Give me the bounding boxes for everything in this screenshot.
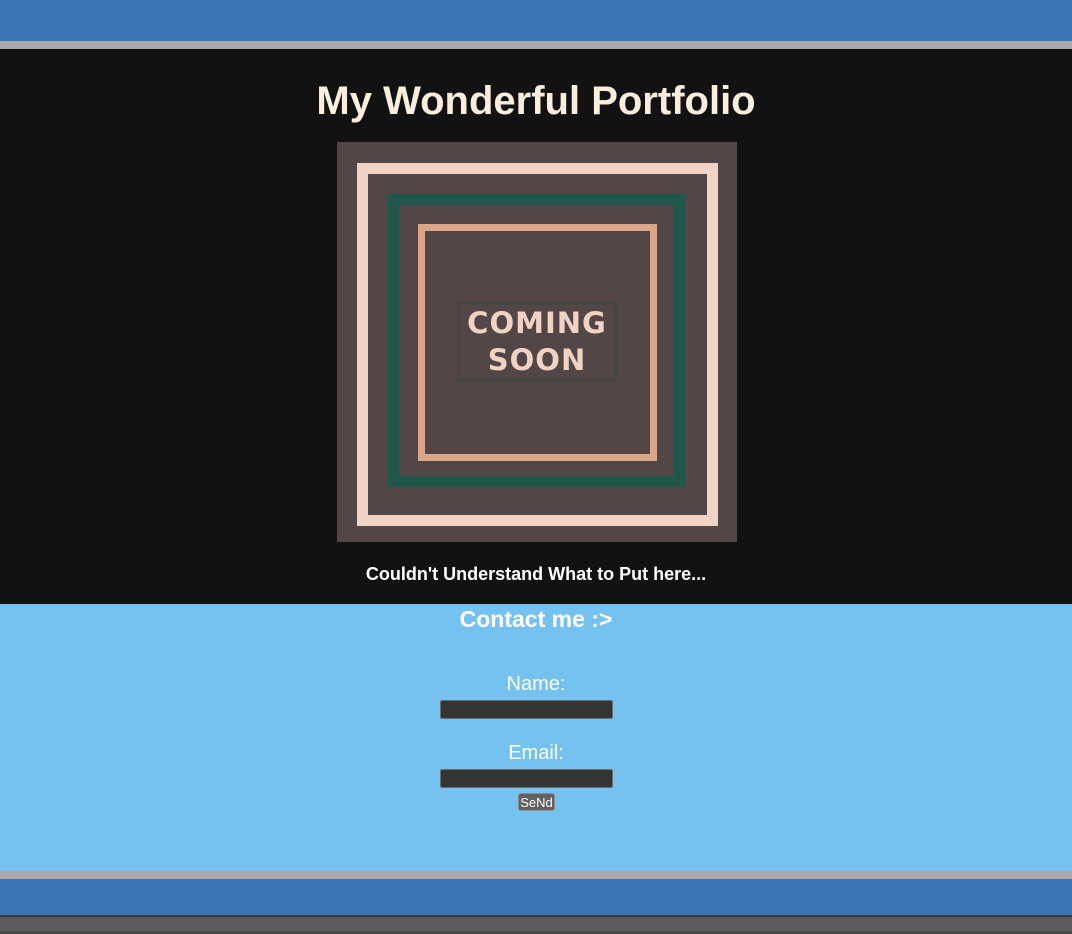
- coming-soon-poster: COMING SOON: [337, 142, 737, 542]
- coming-soon-text: COMING SOON: [467, 305, 607, 379]
- top-banner: [0, 0, 1072, 41]
- footer-strip: [0, 915, 1072, 934]
- top-divider: [0, 41, 1072, 49]
- contact-title: Contact me :>: [459, 606, 613, 632]
- contact-section: Contact me :> Name: Email: SeNd: [0, 604, 1072, 871]
- page-title: My Wonderful Portfolio: [316, 79, 756, 123]
- email-label: Email:: [508, 742, 564, 764]
- coming-soon-label-box: COMING SOON: [457, 302, 617, 382]
- bottom-divider: [0, 871, 1072, 879]
- footer-banner: [0, 879, 1072, 915]
- email-input[interactable]: [440, 769, 613, 788]
- hero-section: My Wonderful Portfolio COMING SOON Could…: [0, 49, 1072, 604]
- name-label: Name:: [506, 673, 566, 695]
- hero-caption: Couldn't Understand What to Put here...: [365, 564, 707, 584]
- send-button[interactable]: SeNd: [518, 793, 555, 811]
- coming-soon-line-1: COMING: [467, 306, 607, 340]
- coming-soon-line-2: SOON: [487, 343, 587, 377]
- name-input[interactable]: [440, 700, 613, 719]
